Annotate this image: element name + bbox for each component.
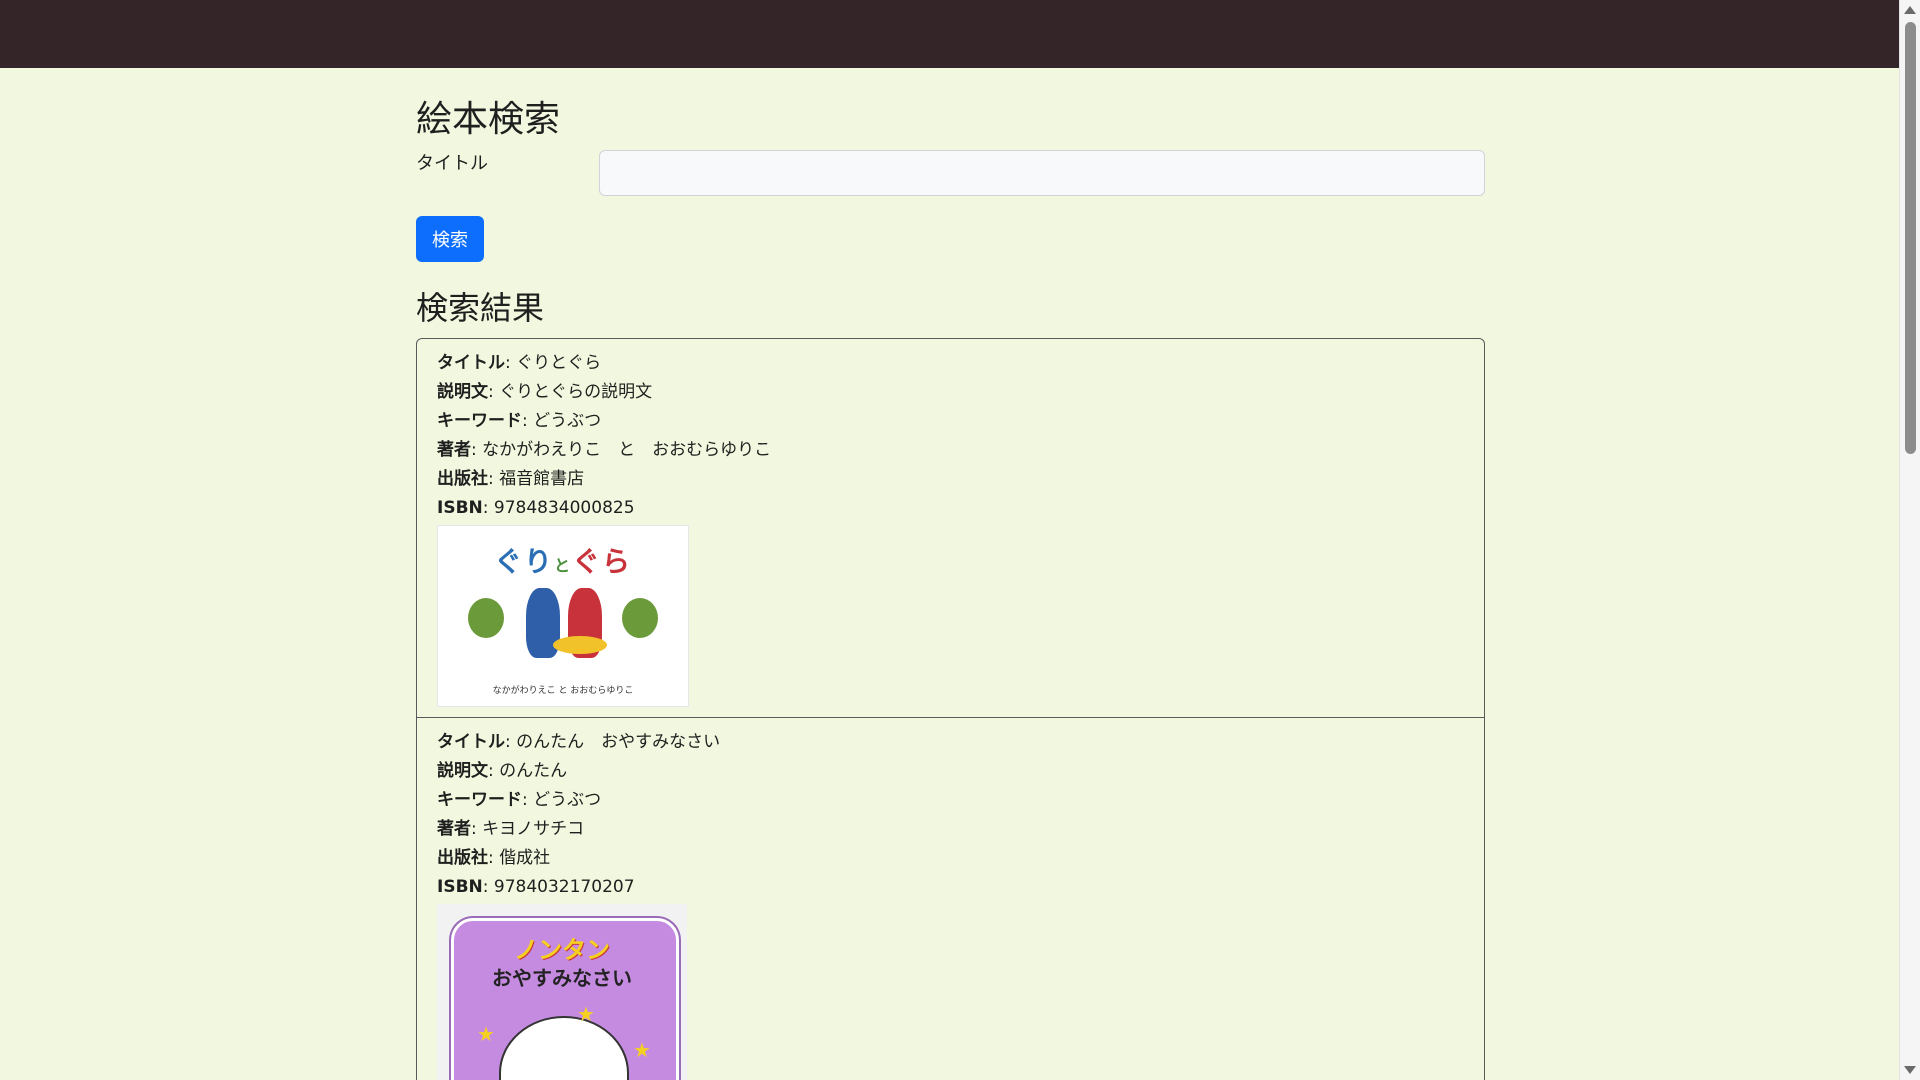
result-isbn-value: 9784834000825 [493, 498, 635, 518]
scroll-up-arrow-icon[interactable] [1904, 6, 1916, 14]
list-item: タイトル: ぐりとぐら 説明文: ぐりとぐらの説明文 キーワード: どうぶつ 著… [417, 339, 1484, 718]
results-title: 検索結果 [416, 289, 545, 327]
tree-icon [468, 598, 504, 638]
main-content: 絵本検索 タイトル 検索 検索結果 タイトル: ぐりとぐら 説明文: ぐりとぐら… [416, 68, 1485, 1080]
result-keyword-value: どうぶつ [533, 411, 602, 431]
result-isbn-line: ISBN: 9784834000825 [437, 498, 635, 518]
result-publisher-value: 福音館書店 [499, 469, 585, 489]
result-author-value: キヨノサチコ [482, 819, 585, 839]
star-icon: ★ [633, 1038, 651, 1062]
page-title: 絵本検索 [416, 99, 561, 140]
result-title-label: タイトル [437, 732, 505, 752]
result-title-value: のんたん おやすみなさい [516, 732, 721, 752]
list-item: タイトル: のんたん おやすみなさい 説明文: のんたん キーワード: どうぶつ… [417, 718, 1484, 1080]
result-author-label: 著者 [437, 440, 471, 460]
cover-artwork-title: ノンタン [514, 936, 610, 964]
result-title-line: タイトル: ぐりとぐら [437, 353, 602, 373]
result-keyword-label: キーワード [437, 790, 522, 810]
result-isbn-label: ISBN [437, 498, 483, 518]
result-publisher-line: 出版社: 福音館書店 [437, 469, 585, 489]
result-keyword-label: キーワード [437, 411, 522, 431]
result-publisher-label: 出版社 [437, 848, 488, 868]
book-cover-image: ぐりとぐら なかがわりえこ と おおむらゆりこ [437, 525, 689, 707]
result-author-line: 著者: キヨノサチコ [437, 819, 585, 839]
scrollbar-thumb[interactable] [1905, 22, 1916, 454]
result-isbn-line: ISBN: 9784032170207 [437, 877, 635, 897]
result-isbn-value: 9784032170207 [493, 877, 635, 897]
search-title-input[interactable] [599, 150, 1485, 196]
result-title-value: ぐりとぐら [516, 353, 602, 373]
results-list: タイトル: ぐりとぐら 説明文: ぐりとぐらの説明文 キーワード: どうぶつ 著… [416, 338, 1485, 1080]
page-scrollbar[interactable] [1899, 0, 1920, 1080]
search-form-row: タイトル [416, 150, 1485, 196]
scroll-down-arrow-icon[interactable] [1904, 1066, 1916, 1074]
browser-viewport: 絵本検索 タイトル 検索 検索結果 タイトル: ぐりとぐら 説明文: ぐりとぐら… [0, 0, 1920, 1080]
result-title-label: タイトル [437, 353, 505, 373]
top-navbar [0, 0, 1900, 68]
cover-artwork-caption: なかがわりえこ と おおむらゆりこ [492, 686, 634, 696]
result-author-line: 著者: なかがわえりこ と おおむらゆりこ [437, 440, 772, 460]
result-publisher-line: 出版社: 偕成社 [437, 848, 551, 868]
cover-artwork-subtitle: おやすみなさい [492, 966, 632, 990]
result-description-value: のんたん [499, 761, 568, 781]
result-title-line: タイトル: のんたん おやすみなさい [437, 732, 721, 752]
result-keyword-line: キーワード: どうぶつ [437, 411, 602, 431]
tree-icon [622, 598, 658, 638]
result-description-line: 説明文: ぐりとぐらの説明文 [437, 382, 653, 402]
search-button[interactable]: 検索 [416, 216, 484, 262]
result-author-value: なかがわえりこ と おおむらゆりこ [482, 440, 772, 460]
result-isbn-label: ISBN [437, 877, 483, 897]
result-description-label: 説明文 [437, 382, 488, 402]
result-description-label: 説明文 [437, 761, 488, 781]
result-description-value: ぐりとぐらの説明文 [499, 382, 653, 402]
search-title-label: タイトル [416, 153, 488, 174]
result-description-line: 説明文: のんたん [437, 761, 568, 781]
result-publisher-value: 偕成社 [499, 848, 551, 868]
book-cover-image: ノンタン おやすみなさい ★ ★ ★ [437, 904, 687, 1080]
cover-artwork-title: ぐりとぐら [493, 545, 633, 578]
star-icon: ★ [477, 1022, 495, 1046]
result-keyword-line: キーワード: どうぶつ [437, 790, 602, 810]
basket-icon [553, 636, 607, 654]
star-icon: ★ [577, 1002, 595, 1026]
result-publisher-label: 出版社 [437, 469, 488, 489]
result-author-label: 著者 [437, 819, 471, 839]
result-keyword-value: どうぶつ [533, 790, 602, 810]
